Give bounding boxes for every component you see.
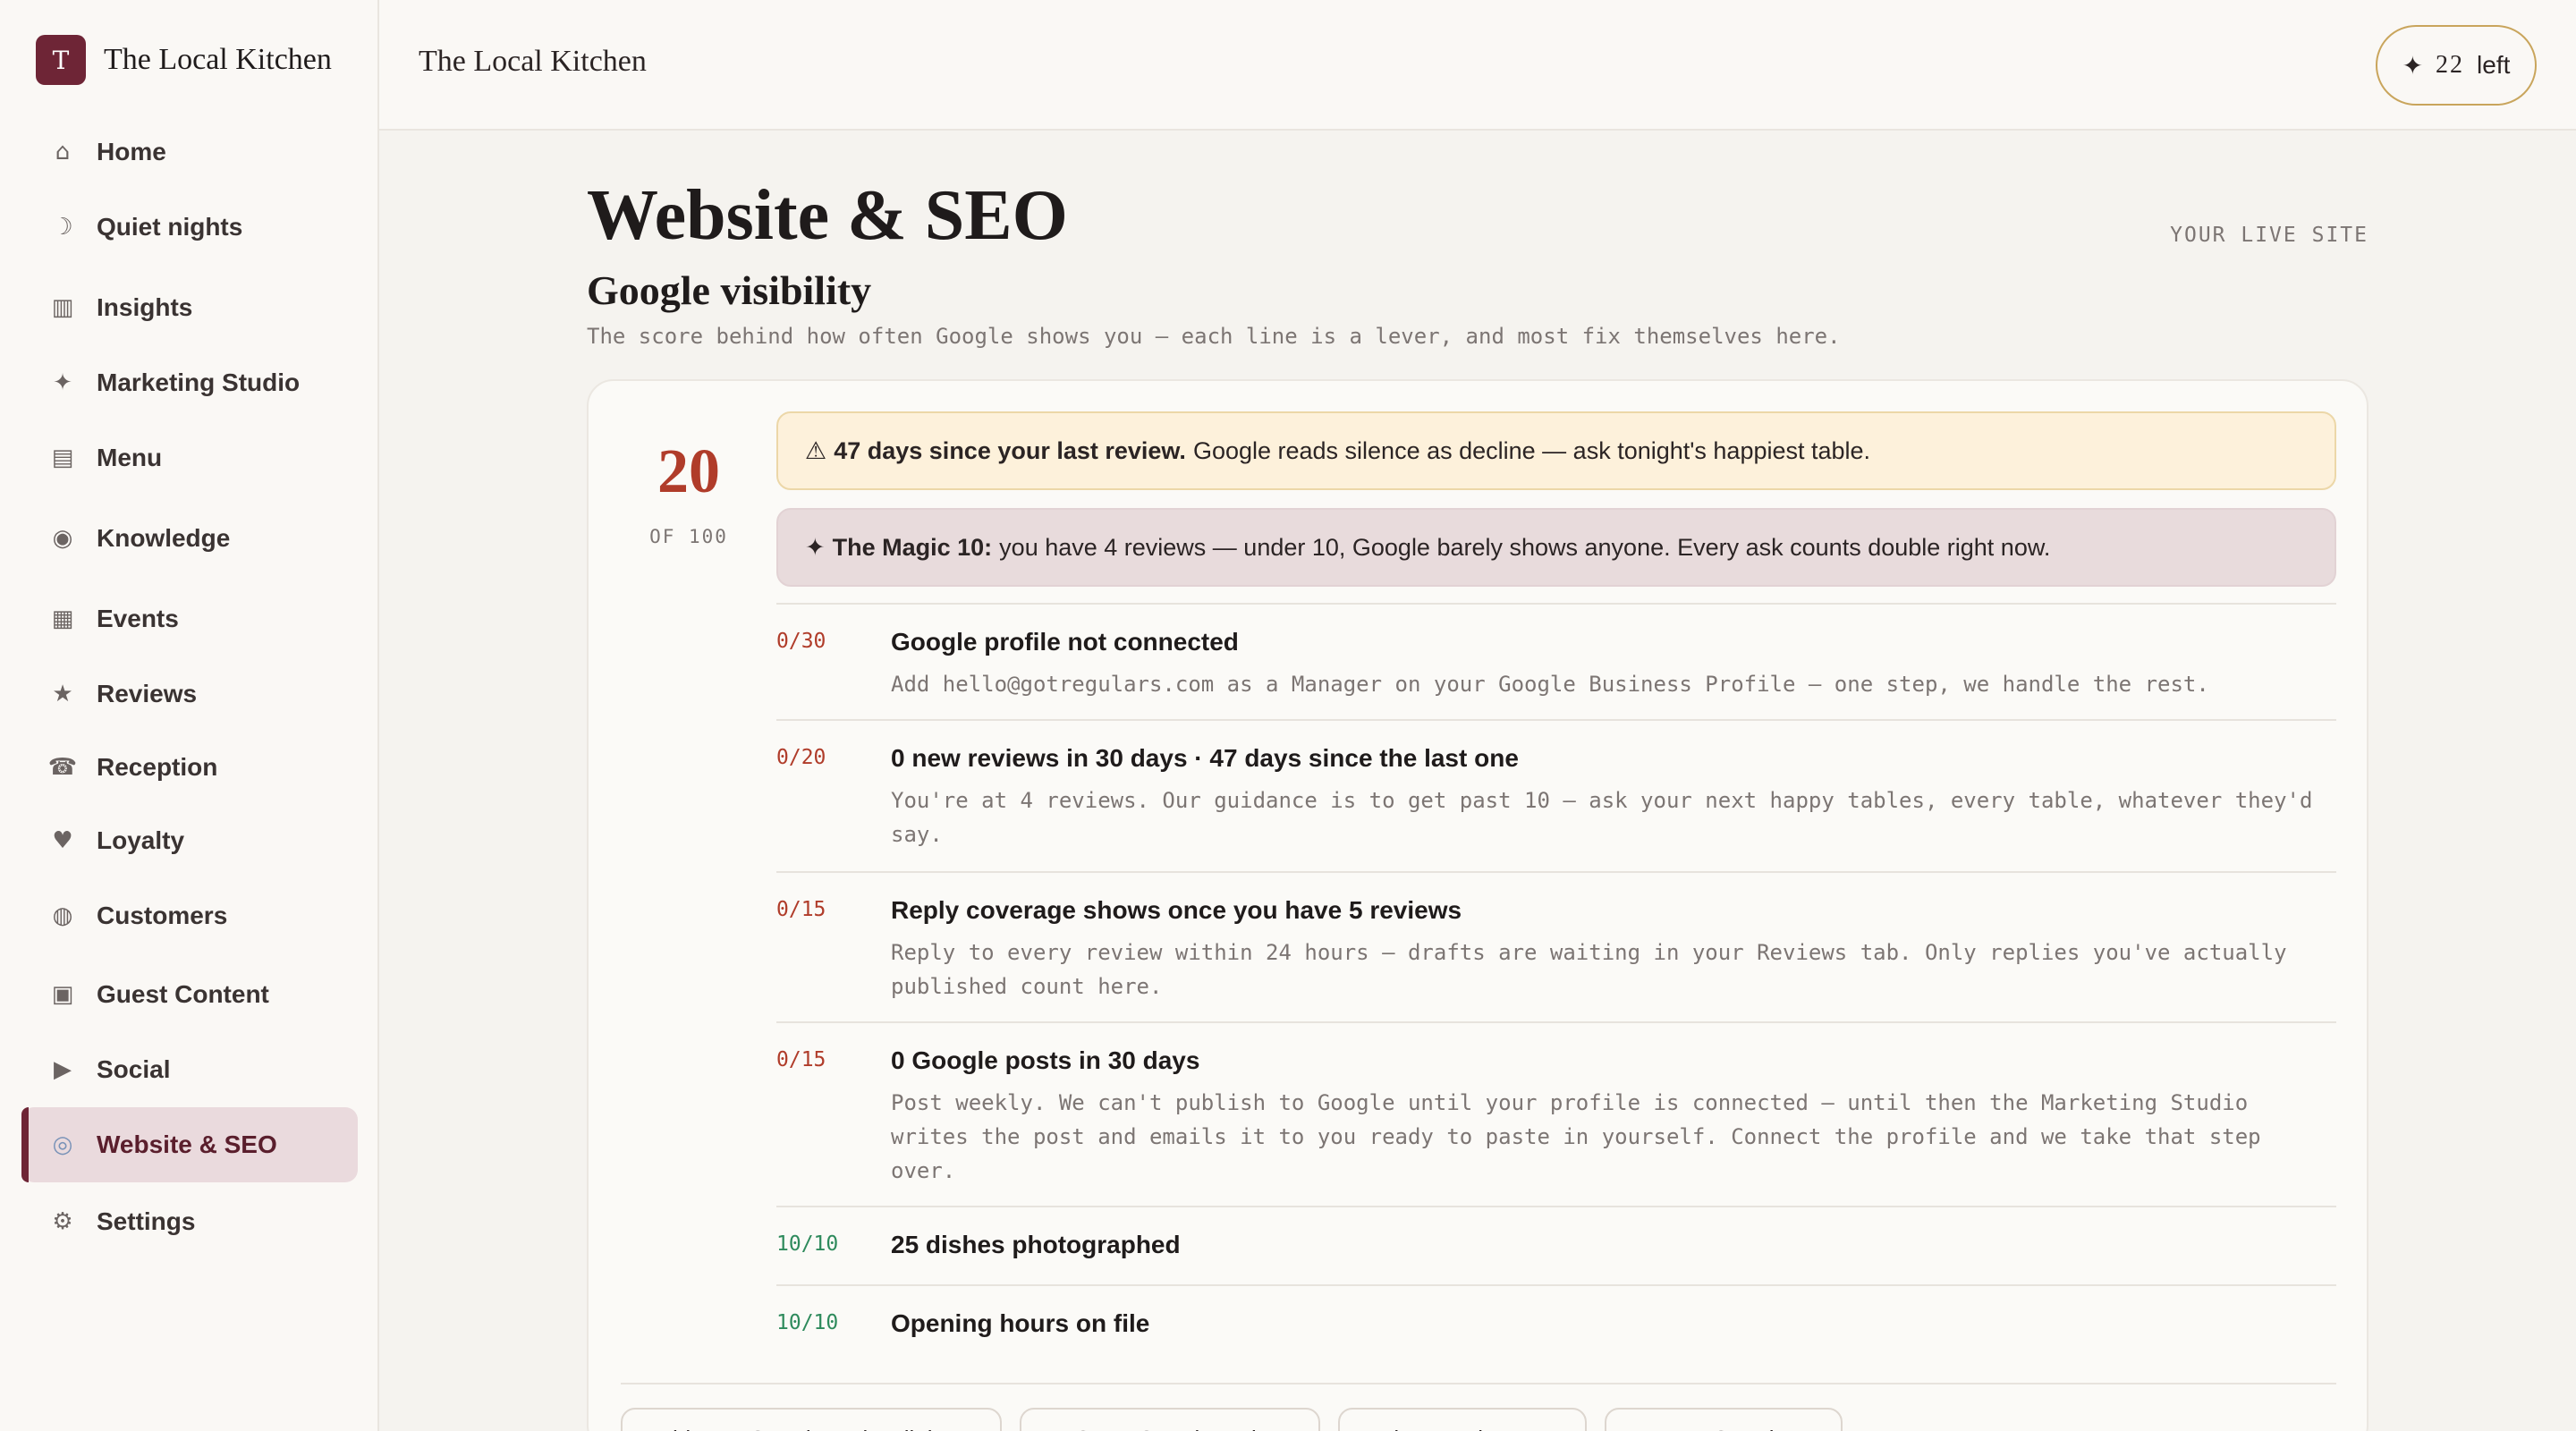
score-of-label: OF 100: [649, 526, 728, 547]
row-points: 0/20: [776, 746, 826, 769]
magic-text: you have 4 reviews — under 10, Google ba…: [999, 533, 2051, 561]
action-button-3[interactable]: Ask a regular →: [1338, 1408, 1587, 1431]
heart-icon: ♥: [52, 827, 73, 854]
clapper-icon: ▣: [51, 981, 74, 1008]
sidebar-item-label: Guest Content: [97, 980, 269, 1008]
checklist-row: 10/10 Opening hours on file: [776, 1284, 2336, 1337]
visibility-card: 20 OF 100 ⚠ 47 days since your last revi…: [587, 379, 2368, 1431]
divider: [621, 1383, 2336, 1384]
sidebar-item-customers[interactable]: ◍ Customers: [21, 878, 358, 953]
sidebar-item-loyalty[interactable]: ♥ Loyalty: [21, 803, 358, 878]
gear-icon: ⚙: [52, 1208, 73, 1235]
checklist-row: 0/20 0 new reviews in 30 days · 47 days s…: [776, 719, 2336, 847]
topbar: The Local Kitchen ✦ 22 left: [379, 0, 2576, 131]
sidebar-item-reviews[interactable]: ★ Reviews: [21, 656, 358, 732]
row-title: Opening hours on file: [891, 1309, 1150, 1337]
sidebar-item-home[interactable]: ⌂ Home: [21, 114, 358, 190]
warning-bold: 47 days since your last review.: [834, 436, 1186, 464]
checklist-row: 0/30 Google profile not connected Add hell…: [776, 603, 2336, 697]
bar-chart-icon: ▥: [51, 294, 74, 321]
live-site-link[interactable]: YOUR LIVE SITE: [2170, 224, 2368, 247]
row-points: 10/10: [776, 1311, 839, 1334]
row-points: 0/30: [776, 630, 826, 653]
sidebar-item-label: Website & SEO: [97, 1130, 277, 1158]
sidebar-item-knowledge[interactable]: ◉ Knowledge: [21, 501, 358, 576]
row-title: 0 Google posts in 30 days: [891, 1046, 1200, 1074]
credits-button[interactable]: ✦ 22 left: [2376, 25, 2537, 106]
sidebar-item-menu[interactable]: ▤ Menu: [21, 420, 358, 495]
magic-10-alert: ✦ The Magic 10: you have 4 reviews — und…: [776, 508, 2336, 587]
sidebar-item-label: Customers: [97, 902, 228, 929]
sidebar-item-label: Reviews: [97, 680, 198, 707]
sparkle-icon: ✦: [805, 533, 826, 562]
people-icon: ◍: [52, 902, 73, 929]
row-description: Add hello@gotregulars.com as a Manager o…: [891, 672, 2209, 697]
home-icon: ⌂: [55, 139, 71, 165]
moon-icon: ☽: [52, 214, 73, 241]
play-icon: ▶: [54, 1056, 72, 1083]
credits-suffix: left: [2477, 51, 2511, 79]
page-title: Website & SEO: [587, 176, 1068, 255]
credits-count: 22: [2436, 51, 2465, 79]
sidebar-item-label: Reception: [97, 753, 218, 781]
sidebar-item-reception[interactable]: ☎ Reception: [21, 730, 358, 805]
sparkle-icon: ✦: [2402, 51, 2424, 80]
checklist-row: 10/10 25 dishes photographed: [776, 1206, 2336, 1258]
sidebar-item-insights[interactable]: ▥ Insights: [21, 270, 358, 345]
calendar-icon: ▦: [51, 605, 74, 632]
sidebar-item-label: Social: [97, 1055, 171, 1083]
action-button-1[interactable]: Add your Google review link →: [621, 1408, 1002, 1431]
warning-icon: ⚠: [805, 436, 827, 465]
row-title: Google profile not connected: [891, 628, 1239, 656]
brain-icon: ◉: [52, 525, 73, 552]
brand-logo: T: [36, 35, 86, 85]
section-subtitle: The score behind how often Google shows …: [587, 324, 1841, 349]
magic-bold: The Magic 10:: [832, 533, 993, 561]
row-description: You're at 4 reviews. Our guidance is to …: [891, 788, 2313, 847]
row-points: 10/10: [776, 1232, 839, 1256]
brand[interactable]: T The Local Kitchen: [0, 0, 377, 120]
sidebar-item-quiet-nights[interactable]: ☽ Quiet nights: [21, 190, 358, 265]
sidebar: T The Local Kitchen ⌂ Home ☽ Quiet nights ▥ I…: [0, 0, 379, 1431]
row-title: 0 new reviews in 30 days · 47 days since…: [891, 744, 1519, 772]
checklist-row: 0/15 0 Google posts in 30 days Post weekly…: [776, 1021, 2336, 1183]
sidebar-item-events[interactable]: ▦ Events: [21, 581, 358, 656]
score-value: 20: [657, 437, 720, 506]
sidebar-item-label: Menu: [97, 444, 163, 471]
sidebar-item-label: Home: [97, 138, 166, 165]
sidebar-item-marketing-studio[interactable]: ✦ Marketing Studio: [21, 345, 358, 420]
sparkle-icon: ✦: [53, 369, 72, 396]
row-description: Post weekly. We can't publish to Google …: [891, 1090, 2261, 1183]
review-warning-alert: ⚠ 47 days since your last review. Google…: [776, 411, 2336, 490]
star-icon: ★: [52, 681, 73, 707]
sidebar-item-label: Knowledge: [97, 524, 231, 552]
sidebar-item-guest-content[interactable]: ▣ Guest Content: [21, 957, 358, 1032]
sidebar-item-label: Insights: [97, 293, 193, 321]
globe-icon: ◎: [52, 1131, 73, 1158]
sidebar-item-settings[interactable]: ⚙ Settings: [21, 1184, 358, 1259]
row-points: 0/15: [776, 898, 826, 921]
row-points: 0/15: [776, 1048, 826, 1071]
sidebar-item-social[interactable]: ▶ Social: [21, 1032, 358, 1107]
row-title: Reply coverage shows once you have 5 rev…: [891, 896, 1462, 924]
sidebar-item-label: Loyalty: [97, 826, 185, 854]
action-button-4[interactable]: Post to Google →: [1605, 1408, 1843, 1431]
checklist-row: 0/15 Reply coverage shows once you have 5…: [776, 871, 2336, 999]
sidebar-item-label: Events: [97, 605, 179, 632]
plate-icon: ▤: [51, 445, 74, 471]
warning-text: Google reads silence as decline — ask to…: [1192, 436, 1871, 464]
brand-name: The Local Kitchen: [104, 43, 332, 76]
topbar-title: The Local Kitchen: [419, 45, 647, 78]
sidebar-item-label: Marketing Studio: [97, 368, 301, 396]
sidebar-item-website-seo[interactable]: ◎ Website & SEO: [21, 1107, 358, 1182]
sidebar-item-label: Quiet nights: [97, 213, 243, 241]
row-description: Reply to every review within 24 hours — …: [891, 940, 2287, 999]
row-title: 25 dishes photographed: [891, 1231, 1181, 1258]
action-button-2[interactable]: ↗ Open Google reviews: [1020, 1408, 1320, 1431]
sidebar-item-label: Settings: [97, 1207, 196, 1235]
section-title: Google visibility: [587, 267, 872, 313]
phone-icon: ☎: [47, 754, 78, 781]
